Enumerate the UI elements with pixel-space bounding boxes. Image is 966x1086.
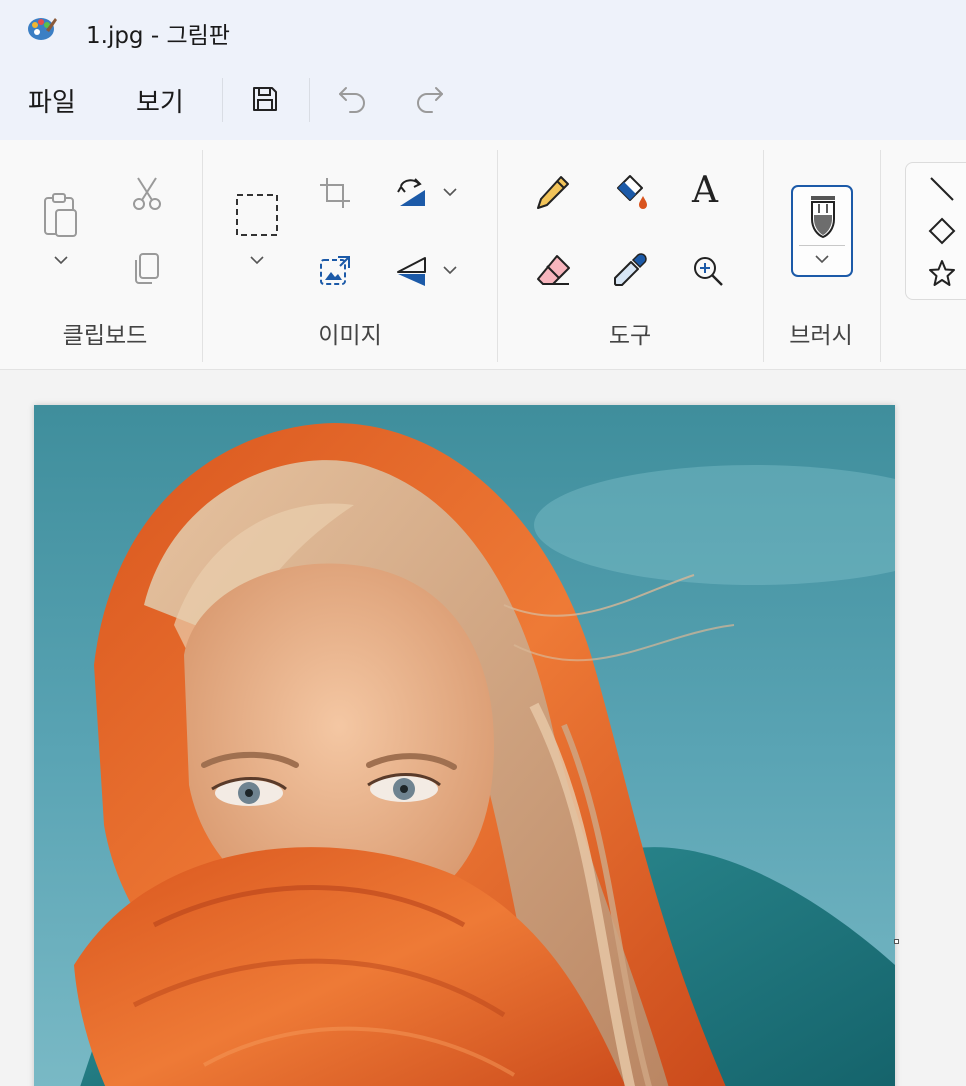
drawing-canvas[interactable] — [34, 405, 895, 1086]
color-picker-icon[interactable] — [612, 252, 648, 288]
menu-bar: 파일 보기 — [0, 70, 966, 130]
star-shape-icon[interactable] — [928, 259, 956, 287]
redo-icon[interactable] — [412, 82, 446, 116]
group-label-tools: 도구 — [608, 323, 652, 349]
title-bar: 1.jpg - 그림판 파일 보기 — [0, 0, 966, 140]
group-divider — [880, 150, 881, 362]
save-icon[interactable] — [250, 84, 280, 114]
menu-file[interactable]: 파일 — [28, 82, 76, 119]
group-divider — [497, 150, 498, 362]
resize-icon[interactable] — [318, 254, 352, 288]
menu-view[interactable]: 보기 — [136, 82, 184, 119]
toolbar-divider — [309, 78, 310, 122]
text-icon[interactable]: A — [692, 170, 718, 211]
paint-app-icon — [28, 18, 57, 40]
group-label-clipboard: 클립보드 — [62, 323, 148, 349]
brush-icon — [811, 196, 835, 239]
paste-chevron-down-icon[interactable] — [52, 254, 70, 266]
crop-icon[interactable] — [318, 176, 352, 210]
select-chevron-down-icon[interactable] — [248, 254, 266, 266]
canvas-photo — [34, 405, 895, 1086]
undo-icon[interactable] — [336, 82, 370, 116]
diamond-shape-icon[interactable] — [928, 217, 956, 245]
fill-icon[interactable] — [612, 174, 650, 212]
group-label-brushes: 브러시 — [789, 323, 853, 349]
cut-icon[interactable] — [130, 176, 164, 212]
group-divider — [763, 150, 764, 362]
canvas-resize-handle[interactable] — [894, 939, 899, 944]
eraser-icon[interactable] — [535, 252, 573, 288]
brush-button[interactable] — [791, 185, 853, 277]
magnifier-icon[interactable] — [691, 254, 725, 288]
ribbon: 클립보드 이미지 A 도구 브러시 — [0, 140, 966, 370]
window-title: 1.jpg - 그림판 — [86, 23, 230, 49]
pencil-icon[interactable] — [535, 174, 571, 212]
flip-chevron-down-icon[interactable] — [441, 264, 459, 276]
group-label-image: 이미지 — [318, 323, 382, 349]
canvas-area[interactable] — [0, 371, 966, 1086]
brush-button-divider — [799, 245, 845, 246]
menu-divider — [222, 78, 223, 122]
group-divider — [202, 150, 203, 362]
brush-chevron-down-icon[interactable] — [813, 253, 831, 265]
flip-icon[interactable] — [395, 254, 429, 288]
rotate-icon[interactable] — [395, 176, 429, 210]
shapes-gallery — [905, 162, 966, 300]
select-icon[interactable] — [234, 192, 280, 238]
line-shape-icon[interactable] — [928, 175, 956, 203]
copy-icon[interactable] — [132, 250, 162, 286]
rotate-chevron-down-icon[interactable] — [441, 186, 459, 198]
paste-icon[interactable] — [40, 190, 82, 240]
